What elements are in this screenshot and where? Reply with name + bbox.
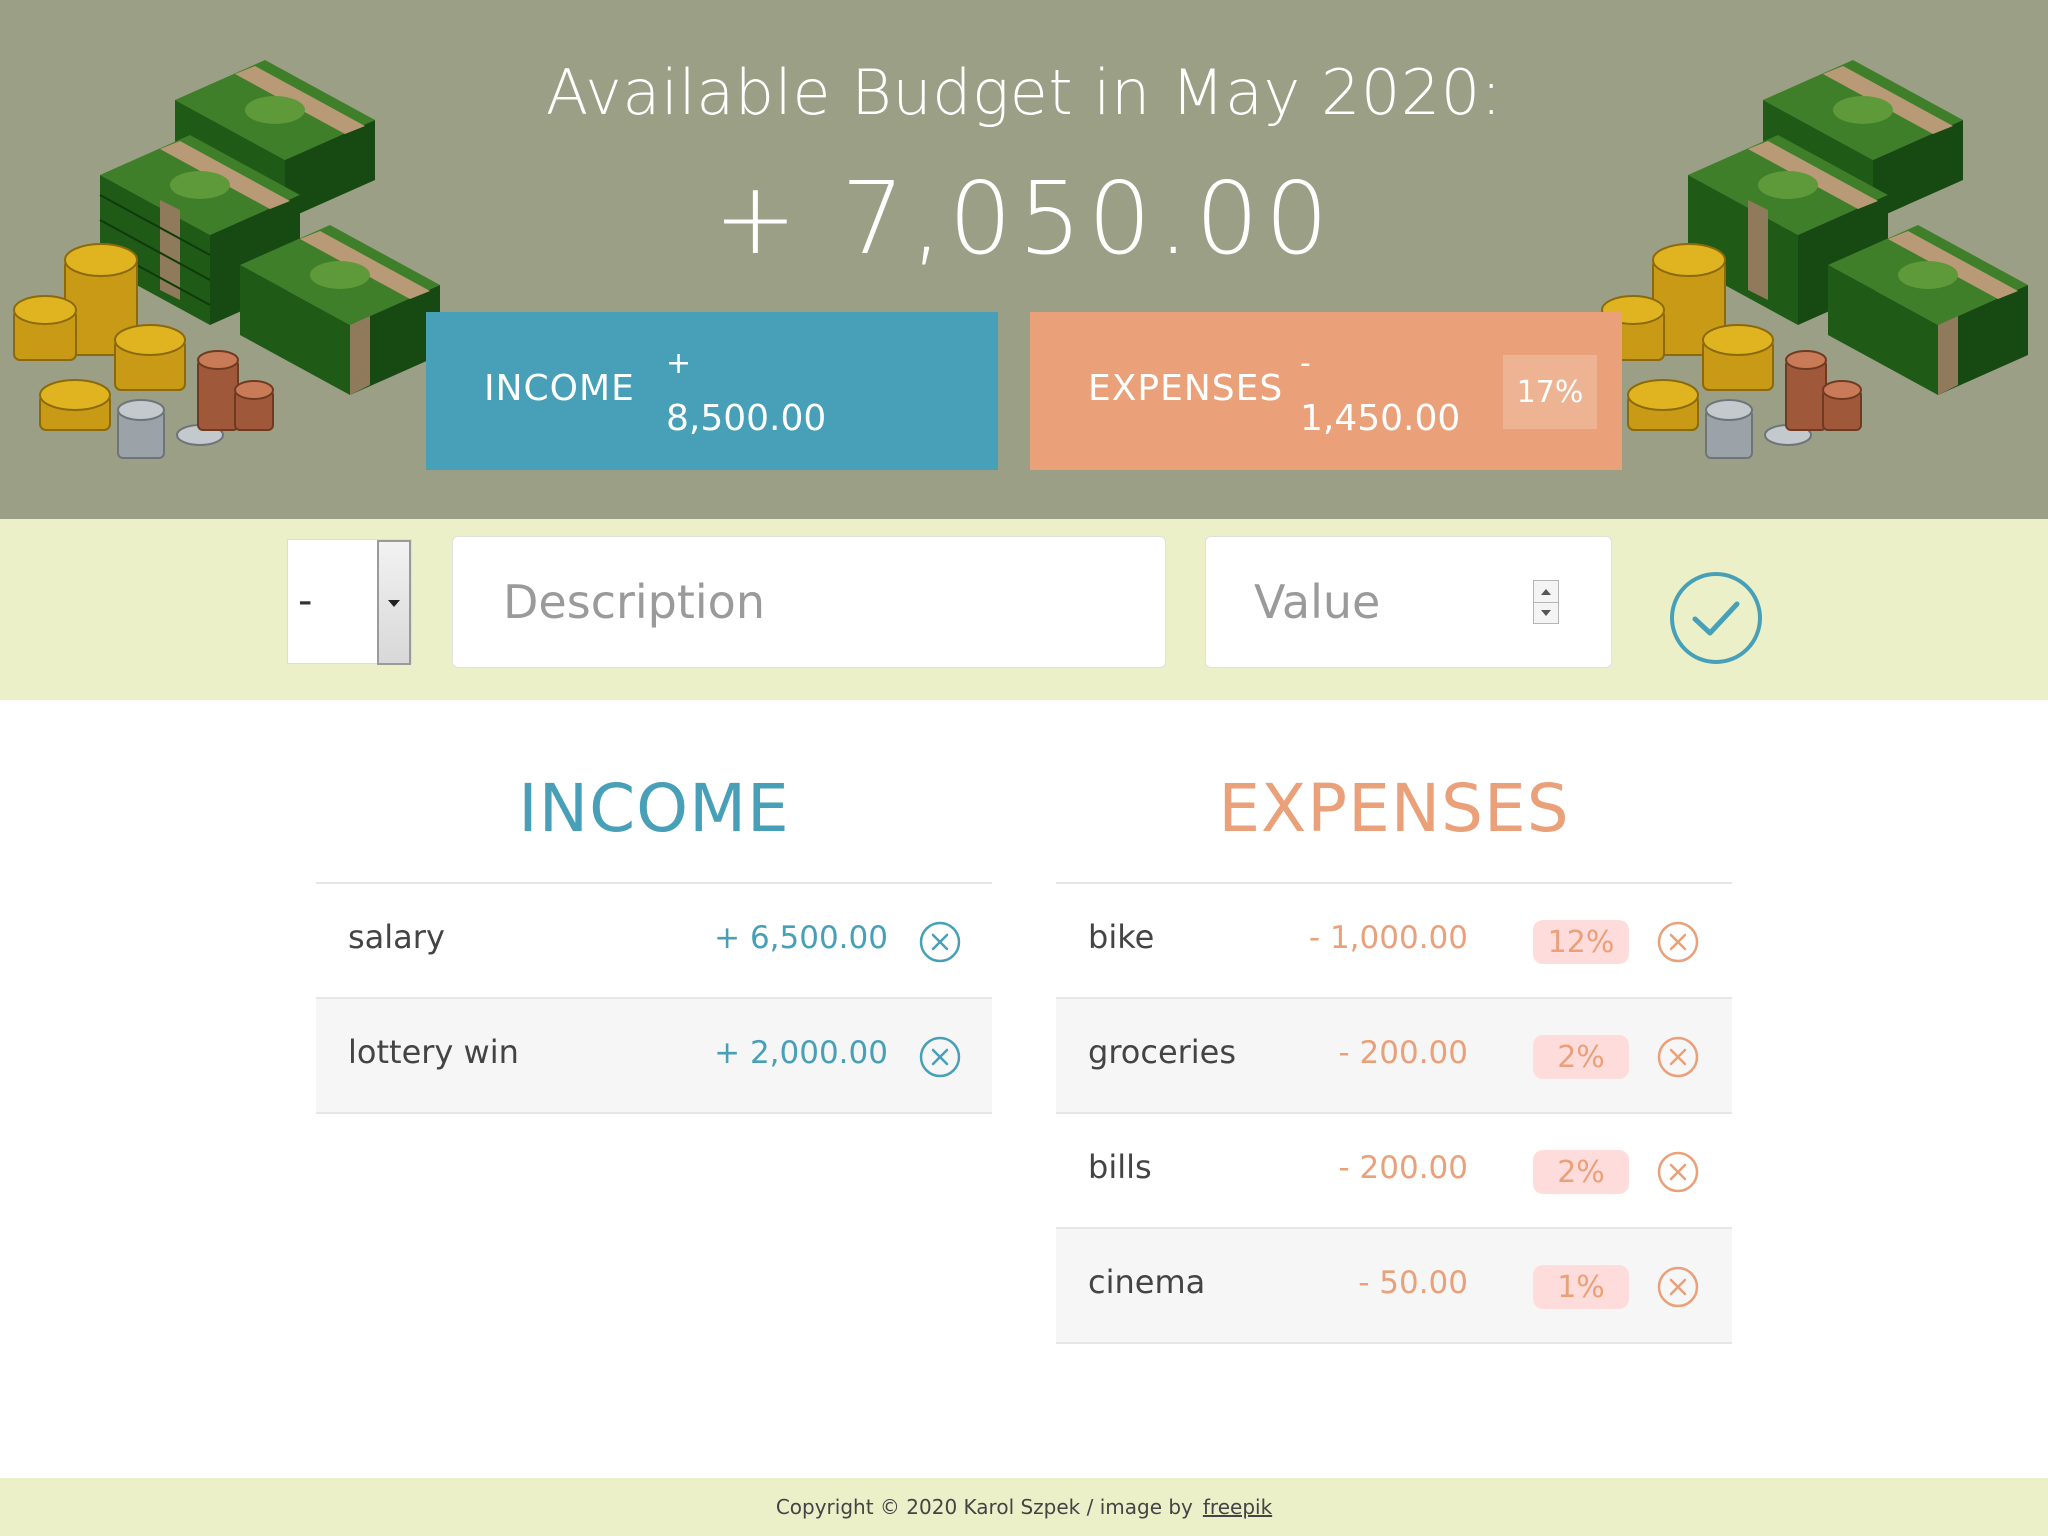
income-summary-sign: + [666, 346, 692, 381]
budget-value: + 7,050.00 [713, 160, 1335, 277]
expense-description: bike [1088, 918, 1155, 956]
expenses-summary-sign: - [1300, 346, 1311, 381]
income-list: salary + 6,500.00 lottery win + 2,000.00 [316, 882, 992, 1114]
expenses-summary-percentage: 17% [1503, 355, 1597, 429]
income-list-title: INCOME [518, 770, 790, 847]
value-input[interactable] [1206, 537, 1526, 667]
value-stepper[interactable] [1533, 580, 1559, 624]
expense-percentage-badge: 2% [1533, 1150, 1629, 1194]
description-input[interactable] [452, 536, 1166, 668]
budget-header: Available Budget in May 2020: + 7,050.00… [0, 0, 2048, 519]
chevron-down-icon[interactable] [377, 540, 411, 665]
expense-value: - 200.00 [1338, 1150, 1468, 1186]
delete-icon[interactable] [919, 1036, 961, 1078]
income-value: + 6,500.00 [714, 920, 888, 956]
expense-value: - 200.00 [1338, 1035, 1468, 1071]
expense-row: bike - 1,000.00 12% [1056, 884, 1732, 999]
type-select-value: - [298, 578, 313, 624]
add-item-button[interactable] [1668, 570, 1764, 666]
income-summary-value: 8,500.00 [666, 398, 827, 439]
expense-row: groceries - 200.00 2% [1056, 999, 1732, 1114]
income-row: salary + 6,500.00 [316, 884, 992, 999]
expense-percentage-badge: 1% [1533, 1265, 1629, 1309]
footer: Copyright © 2020 Karol Szpek / image by … [0, 1478, 2048, 1536]
expenses-summary: EXPENSES - 1,450.00 17% [1030, 312, 1622, 470]
freepik-link[interactable]: freepik [1203, 1495, 1272, 1519]
delete-icon[interactable] [919, 921, 961, 963]
expense-row: cinema - 50.00 1% [1056, 1229, 1732, 1344]
income-value: + 2,000.00 [714, 1035, 888, 1071]
income-summary: INCOME + 8,500.00 [426, 312, 998, 470]
expense-description: bills [1088, 1148, 1152, 1186]
expense-value: - 50.00 [1358, 1265, 1468, 1301]
expense-description: groceries [1088, 1033, 1237, 1071]
expenses-summary-label: EXPENSES [1088, 368, 1284, 409]
expenses-list-title: EXPENSES [1218, 770, 1570, 847]
stepper-down-icon[interactable] [1534, 602, 1558, 623]
expense-description: cinema [1088, 1263, 1206, 1301]
expense-row: bills - 200.00 2% [1056, 1114, 1732, 1229]
delete-icon[interactable] [1657, 921, 1699, 963]
income-description: lottery win [348, 1033, 519, 1071]
delete-icon[interactable] [1657, 1036, 1699, 1078]
expense-value: - 1,000.00 [1308, 920, 1468, 956]
value-field [1205, 536, 1612, 668]
delete-icon[interactable] [1657, 1266, 1699, 1308]
copyright-text: Copyright © 2020 Karol Szpek / image by [775, 1495, 1193, 1519]
expenses-summary-value: 1,450.00 [1300, 398, 1461, 439]
income-summary-label: INCOME [484, 368, 635, 409]
income-row: lottery win + 2,000.00 [316, 999, 992, 1114]
budget-title: Available Budget in May 2020: [545, 56, 1503, 129]
income-description: salary [348, 918, 445, 956]
type-select[interactable]: - [287, 539, 412, 665]
stepper-up-icon[interactable] [1534, 581, 1558, 602]
expense-percentage-badge: 12% [1533, 920, 1629, 964]
delete-icon[interactable] [1657, 1151, 1699, 1193]
expense-percentage-badge: 2% [1533, 1035, 1629, 1079]
expenses-list: bike - 1,000.00 12% groceries - 200.00 2… [1056, 882, 1732, 1344]
